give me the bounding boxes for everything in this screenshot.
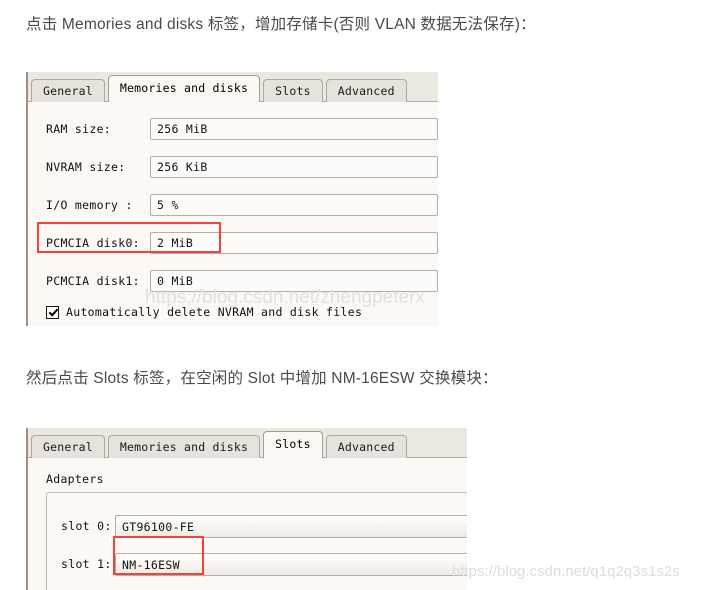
input-nvram-size[interactable]: 256 KiB xyxy=(150,156,438,178)
instruction-paragraph-memories: 点击 Memories and disks 标签，增加存储卡(否则 VLAN 数… xyxy=(26,16,536,33)
slot-row-0: slot 0: GT96100-FE xyxy=(47,511,467,541)
checkmark-icon[interactable] xyxy=(46,305,59,319)
input-ram-size[interactable]: 256 MiB xyxy=(150,118,438,140)
label-io-memory: I/O memory : xyxy=(46,198,133,212)
input-slot-0[interactable]: GT96100-FE xyxy=(115,514,467,538)
instruction-paragraph-slots: 然后点击 Slots 标签，在空闲的 Slot 中增加 NM-16ESW 交换模… xyxy=(26,370,498,387)
tab-slots[interactable]: Slots xyxy=(263,79,323,102)
group-title-adapters: Adapters xyxy=(46,472,104,486)
tab-slots-2[interactable]: Slots xyxy=(263,431,323,459)
field-row-nvram-size: NVRAM size: 256 KiB xyxy=(28,152,438,182)
tab-memories-and-disks[interactable]: Memories and disks xyxy=(107,75,261,103)
checkbox-row-auto-delete[interactable]: Automatically delete NVRAM and disk file… xyxy=(46,305,362,319)
tab-advanced[interactable]: Advanced xyxy=(325,79,407,102)
input-pcmcia-disk1[interactable]: 0 MiB xyxy=(150,270,438,292)
label-nvram-size: NVRAM size: xyxy=(46,160,126,174)
slot-row-1: slot 1: NM-16ESW xyxy=(47,549,467,579)
label-pcmcia-disk0: PCMCIA disk0: xyxy=(46,236,140,250)
watermark-bottom: https://blog.csdn.net/q1q2q3s1s2s xyxy=(452,563,680,580)
field-row-pcmcia-disk1: PCMCIA disk1: 0 MiB xyxy=(28,266,438,296)
label-slot-1: slot 1: xyxy=(61,557,112,571)
groupbox-adapters: slot 0: GT96100-FE slot 1: NM-16ESW xyxy=(46,492,467,590)
tabstrip-slots: General Memories and disks Slots Advance… xyxy=(28,428,467,459)
field-row-io-memory: I/O memory : 5 % xyxy=(28,190,438,220)
field-row-pcmcia-disk0: PCMCIA disk0: 2 MiB xyxy=(28,228,438,258)
label-pcmcia-disk1: PCMCIA disk1: xyxy=(46,274,140,288)
tab-memories-and-disks-2[interactable]: Memories and disks xyxy=(107,435,261,458)
tab-general-2[interactable]: General xyxy=(31,435,105,458)
input-pcmcia-disk0[interactable]: 2 MiB xyxy=(150,232,438,254)
tab-advanced-2[interactable]: Advanced xyxy=(325,435,407,458)
input-io-memory[interactable]: 5 % xyxy=(150,194,438,216)
input-slot-1[interactable]: NM-16ESW xyxy=(115,552,467,576)
field-row-ram-size: RAM size: 256 MiB xyxy=(28,114,438,144)
router-properties-dialog-memories: General Memories and disks Slots Advance… xyxy=(26,72,438,326)
router-properties-dialog-slots: General Memories and disks Slots Advance… xyxy=(26,428,467,590)
tab-general[interactable]: General xyxy=(31,79,105,102)
label-ram-size: RAM size: xyxy=(46,122,112,136)
label-slot-0: slot 0: xyxy=(61,519,112,533)
slots-form-body: Adapters slot 0: GT96100-FE slot 1: NM-1… xyxy=(28,458,467,590)
label-auto-delete-nvram: Automatically delete NVRAM and disk file… xyxy=(66,305,363,319)
memories-form-body: RAM size: 256 MiB NVRAM size: 256 KiB I/… xyxy=(28,102,438,326)
tabstrip-memories: General Memories and disks Slots Advance… xyxy=(28,72,438,103)
